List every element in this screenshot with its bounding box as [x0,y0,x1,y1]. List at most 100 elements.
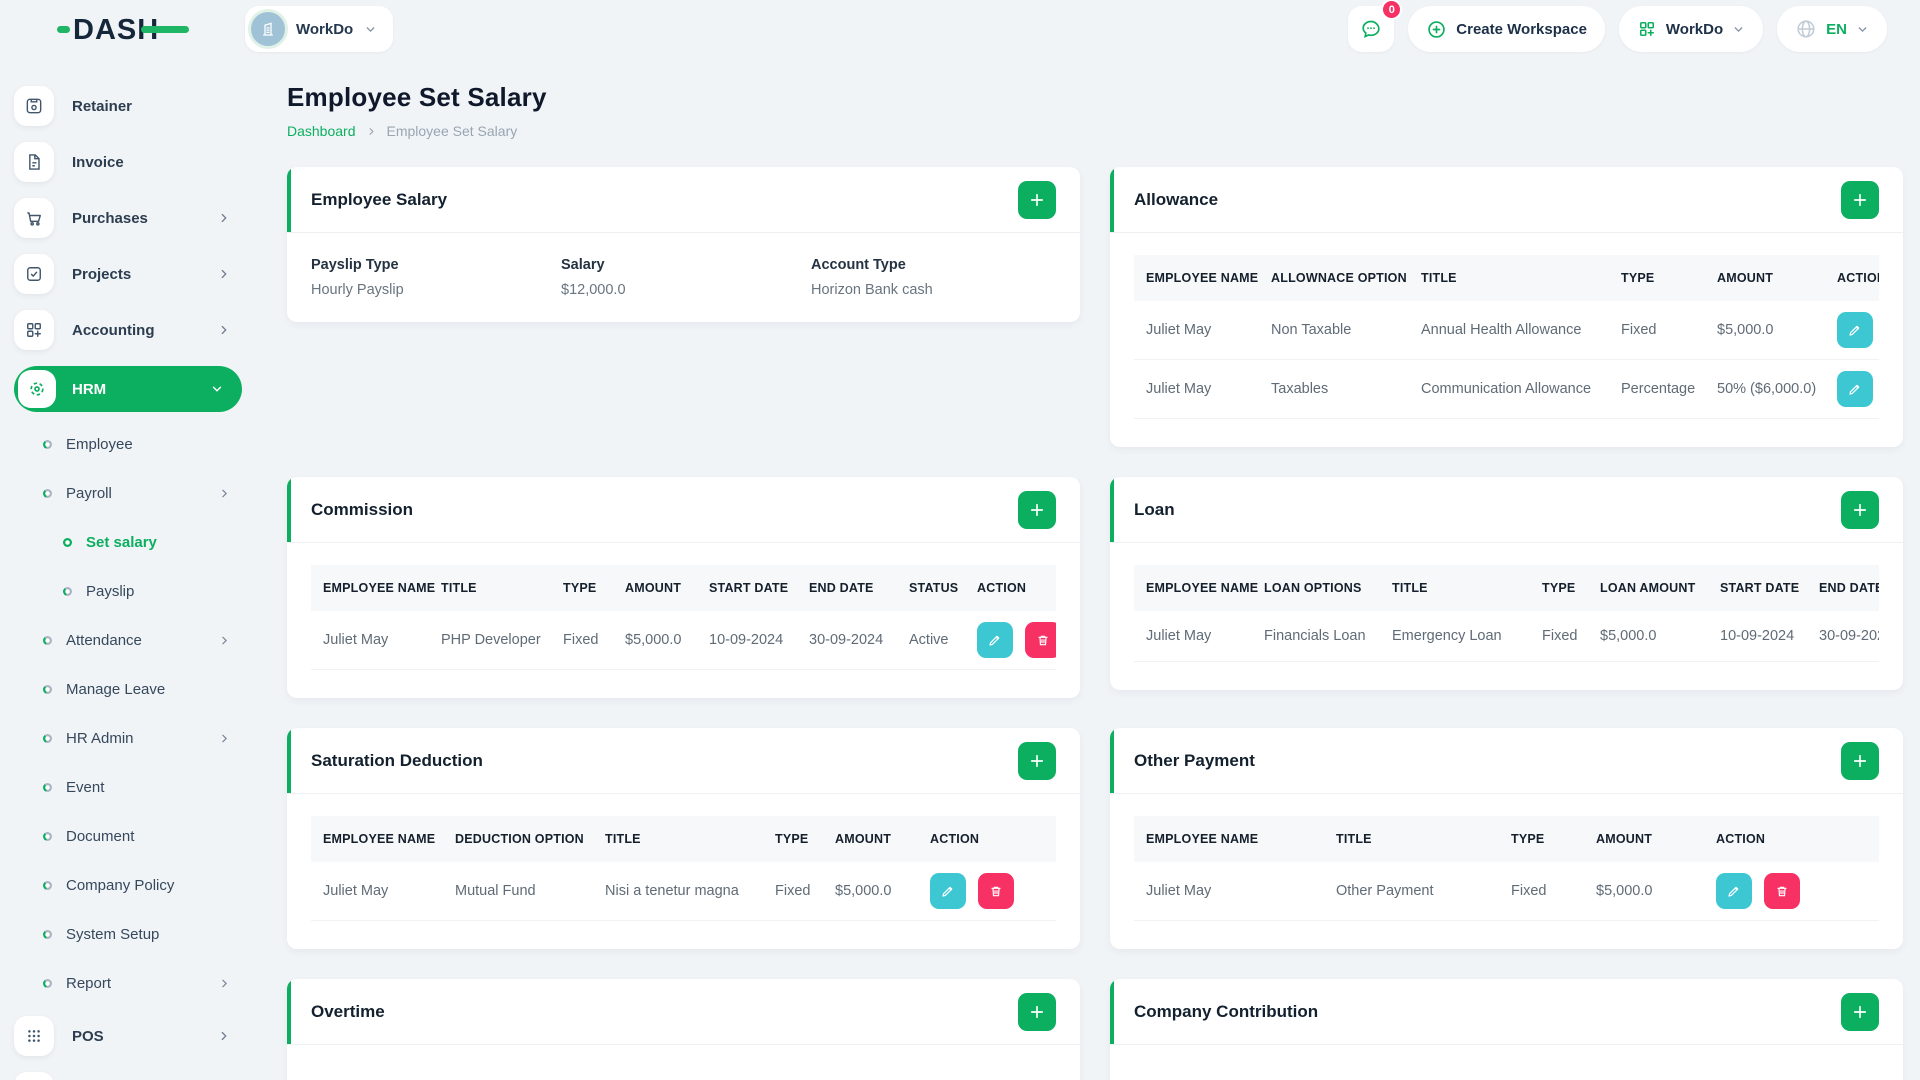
add-employee-salary-button[interactable] [1018,180,1056,219]
edit-button[interactable] [1716,873,1752,909]
column-header: LOAN OPTIONS [1252,565,1380,611]
field-label: Salary [561,257,605,273]
workdo-menu-label: WorkDo [1665,20,1724,38]
table-row: Juliet May Mutual Fund Nisi a tenetur ma… [311,862,1056,921]
chevron-right-icon [217,267,231,281]
other-payment-card: Other Payment EMPLOYEE NAME TITLE TYPE A… [1110,728,1903,949]
breadcrumb-dashboard-link[interactable]: Dashboard [287,123,356,139]
chevron-right-icon [218,487,231,500]
sidebar-item-employee[interactable]: Employee [43,428,245,460]
hrm-subnav: Employee Payroll Set salary Payslip Atte… [14,428,245,999]
sidebar-item-manage-leave[interactable]: Manage Leave [43,673,245,705]
loan-table: EMPLOYEE NAME LOAN OPTIONS TITLE TYPE LO… [1134,565,1879,662]
status-text: Active [897,611,965,670]
topbar-actions: 0 Create Workspace WorkDo EN [1348,0,1887,52]
bullet-icon [63,537,72,547]
chevron-down-icon [1856,23,1869,36]
create-workspace-button[interactable]: Create Workspace [1408,6,1605,52]
commission-table: EMPLOYEE NAME TITLE TYPE AMOUNT START DA… [311,565,1056,670]
sidebar-item-pos[interactable]: POS [14,1016,245,1056]
sidebar-item-system-setup[interactable]: System Setup [43,918,245,950]
pencil-icon [942,886,953,897]
bullet-icon [43,635,52,645]
saturation-deduction-table: EMPLOYEE NAME DEDUCTION OPTION TITLE TYP… [311,816,1056,921]
sidebar-item-purchases[interactable]: Purchases [14,198,245,238]
edit-button[interactable] [977,622,1013,658]
add-company-contribution-button[interactable] [1841,992,1879,1031]
field-value: Hourly Payslip [311,282,404,298]
column-header: END DATE [797,565,897,611]
card-title: Overtime [311,1001,385,1021]
sidebar-item-hr-admin[interactable]: HR Admin [43,722,245,754]
create-workspace-label: Create Workspace [1456,20,1587,38]
add-overtime-button[interactable] [1018,992,1056,1031]
bullet-icon [43,488,52,498]
plus-icon [1030,503,1044,516]
column-header: STATUS [897,565,965,611]
globe-icon [1795,18,1817,40]
trash-icon [1777,886,1787,897]
sidebar-item-report[interactable]: Report [43,967,245,999]
workspace-avatar [251,12,285,46]
sidebar-item-company-policy[interactable]: Company Policy [43,869,245,901]
sidebar-item-payslip[interactable]: Payslip [63,575,245,607]
edit-button[interactable] [1837,371,1873,407]
employee-salary-details: Payslip Type Hourly Payslip Salary $12,0… [287,233,1080,322]
add-commission-button[interactable] [1018,490,1056,529]
company-contribution-card: Company Contribution [1110,979,1903,1080]
chevron-right-icon [217,323,231,337]
plus-icon [1853,193,1867,206]
add-allowance-button[interactable] [1841,180,1879,219]
sidebar-item-payroll[interactable]: Payroll [43,477,245,509]
add-loan-button[interactable] [1841,490,1879,529]
edit-button[interactable] [1837,312,1873,348]
chevron-right-icon [217,211,231,225]
allowance-card: Allowance EMPLOYEE NAME ALLOWNACE OPTION… [1110,167,1903,447]
column-header: AMOUNT [1705,255,1825,301]
hrm-icon [18,370,56,408]
chat-button[interactable]: 0 [1348,0,1403,52]
chevron-down-icon [364,23,377,36]
column-header: TYPE [763,816,823,862]
workspace-switcher[interactable]: WorkDo [245,6,394,52]
column-header: LOAN AMOUNT [1588,565,1708,611]
bullet-icon [43,782,52,792]
add-other-payment-button[interactable] [1841,741,1879,780]
column-header: END DATE [1807,565,1879,611]
column-header: TYPE [1609,255,1705,301]
sidebar-item-retainer[interactable]: Retainer [14,86,245,126]
sidebar-item-attendance[interactable]: Attendance [43,624,245,656]
language-code: EN [1826,20,1847,38]
column-header: EMPLOYEE NAME [1134,816,1324,862]
sidebar-item-event[interactable]: Event [43,771,245,803]
sidebar-item-invoice[interactable]: Invoice [14,142,245,182]
pencil-icon [1849,384,1860,395]
sidebar-item-hrm[interactable]: HRM [14,366,242,412]
field-label: Payslip Type [311,257,399,273]
column-header: TITLE [1324,816,1499,862]
delete-button[interactable] [1764,873,1801,909]
sidebar-item-set-salary[interactable]: Set salary [63,526,245,558]
sidebar-item-crm[interactable]: CRM [14,1072,245,1080]
overtime-card: Overtime [287,979,1080,1080]
bullet-icon [43,978,52,988]
language-selector[interactable]: EN [1777,6,1887,52]
table-row: Juliet May PHP Developer Fixed $5,000.0 … [311,611,1056,670]
workdo-menu-button[interactable]: WorkDo [1618,6,1764,52]
column-header: DEDUCTION OPTION [443,816,593,862]
column-header: ACTION [1825,255,1879,301]
column-header: START DATE [1708,565,1807,611]
dash-logo-icon: DASH [56,14,189,46]
sidebar-item-projects[interactable]: Projects [14,254,245,294]
delete-button[interactable] [1025,622,1056,658]
sidebar-item-document[interactable]: Document [43,820,245,852]
field-value: Horizon Bank cash [811,282,933,298]
bullet-icon [43,831,52,841]
delete-button[interactable] [978,873,1015,909]
pencil-icon [989,635,1000,646]
brand-logo[interactable]: DASH [0,11,245,47]
edit-button[interactable] [930,873,966,909]
sidebar-item-accounting[interactable]: Accounting [14,310,245,350]
column-header: TYPE [551,565,613,611]
add-saturation-deduction-button[interactable] [1018,741,1056,780]
